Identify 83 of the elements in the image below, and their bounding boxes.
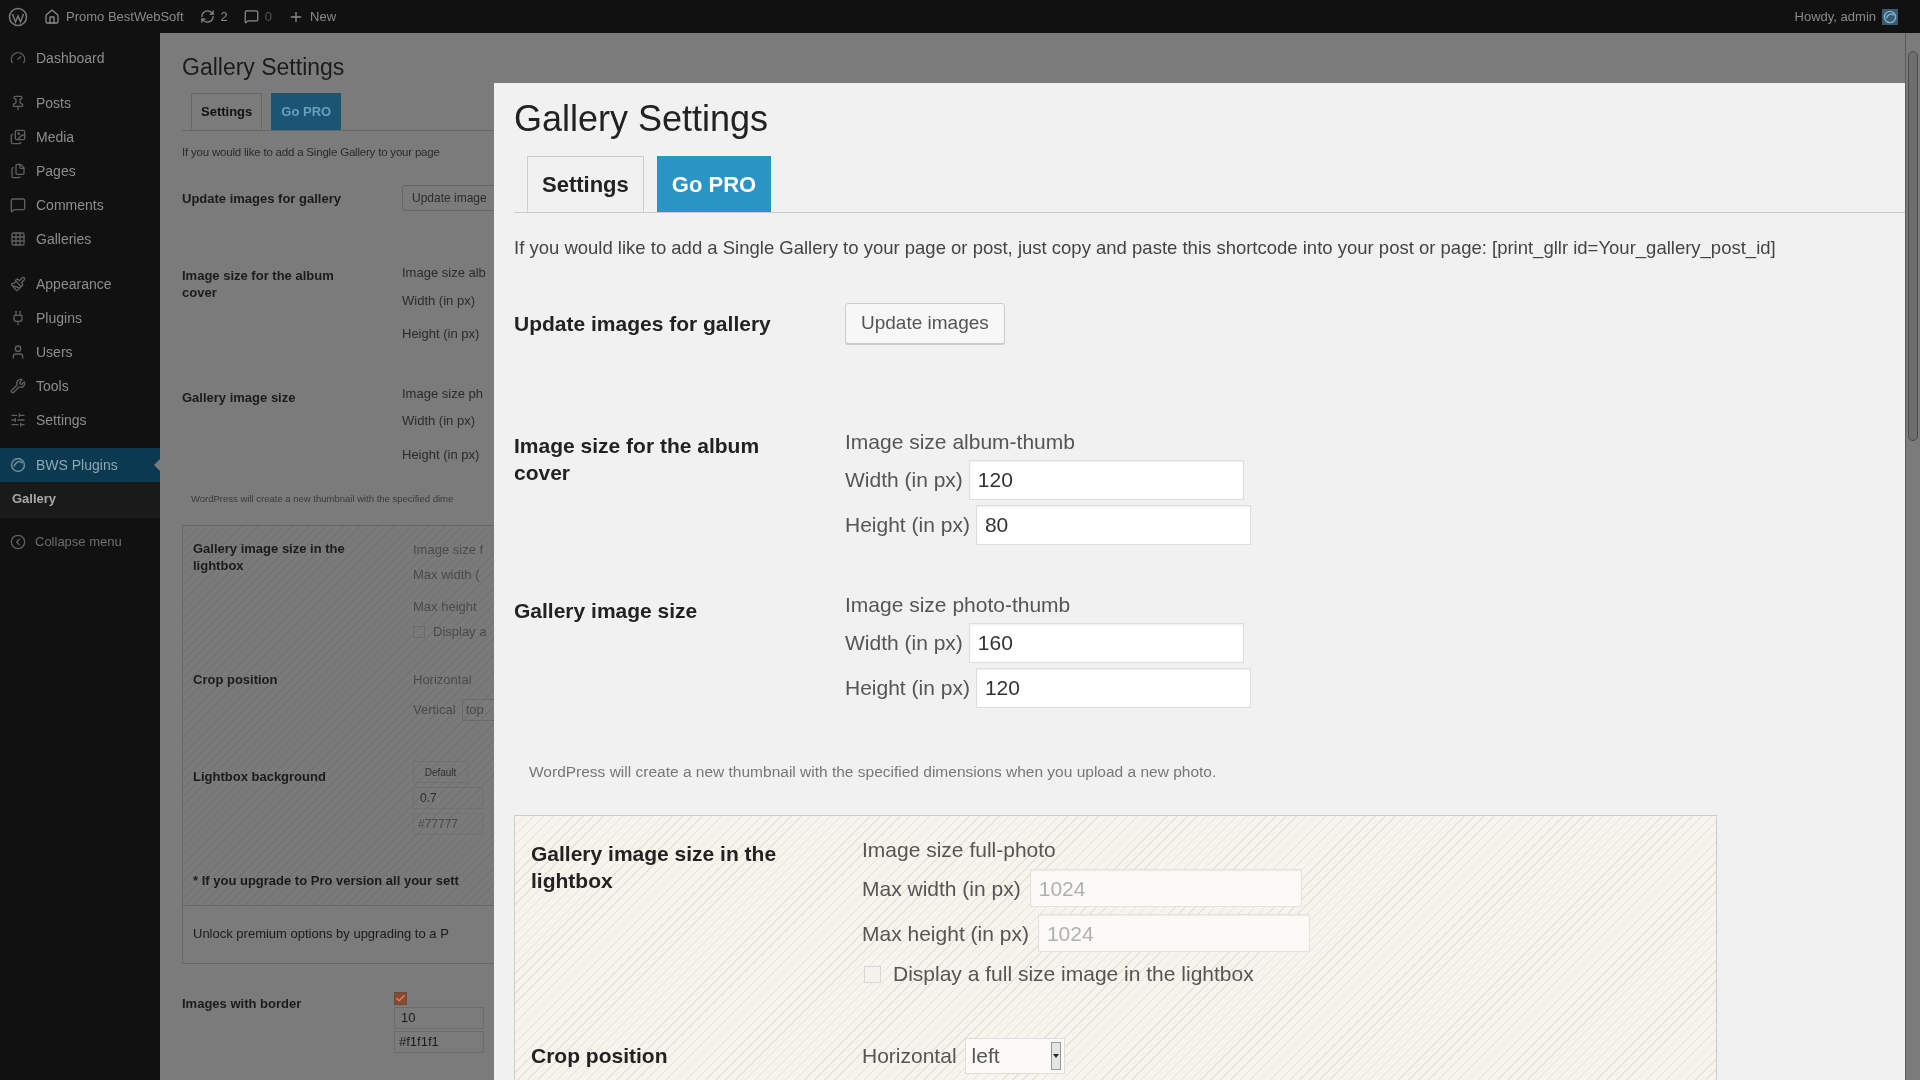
tab[interactable]: Go PRO (656, 156, 772, 212)
size-heading: Image size album-thumb (845, 430, 1076, 454)
wrench-icon (10, 378, 26, 394)
shortcode-description: If you would like to add a Single Gallery to your page (182, 145, 441, 160)
new-link[interactable]: New (310, 6, 337, 27)
comment-icon (10, 197, 26, 213)
updates-count[interactable]: 2 (220, 6, 228, 27)
home-icon[interactable] (44, 8, 60, 25)
field-label: Max width (in px) (862, 875, 1021, 902)
field-label: Max height (in px) (862, 920, 1029, 947)
menu-item[interactable]: Galleries (0, 222, 160, 256)
menu-item[interactable]: Media (0, 120, 160, 154)
scrollbar-thumb[interactable] (1908, 51, 1918, 441)
collapse-icon (10, 533, 26, 550)
menu-item[interactable]: Posts (0, 86, 160, 120)
comment-icon[interactable] (243, 9, 259, 24)
field-label: Horizontal (862, 1043, 957, 1069)
field-label: Width (in px) (402, 291, 476, 310)
number-field[interactable]: 160 (968, 623, 1244, 663)
field-label: Width (in px) (845, 467, 963, 494)
row-label: Gallery image size (182, 388, 297, 407)
menu-item[interactable]: Plugins (0, 301, 160, 335)
row-label: Gallery image size in the lightbox (531, 841, 778, 895)
menu-item[interactable]: BWS Plugins (0, 448, 160, 482)
row-label: Gallery image size (514, 598, 699, 624)
menu-item[interactable]: Settings (0, 403, 160, 437)
page-title: Gallery Settings (182, 53, 346, 82)
brush-icon (10, 276, 26, 292)
menu-item[interactable]: Appearance (0, 267, 160, 301)
field-label: Height (in px) (402, 445, 481, 464)
menu-item[interactable]: Pages (0, 154, 160, 188)
field-label: Display a full size image in the lightbox (893, 961, 1254, 988)
field-label: Width (in px) (402, 412, 476, 431)
row-label: Lightbox background (193, 768, 327, 786)
collapse-menu-button[interactable]: Collapse menu (0, 532, 160, 552)
row-label: Image size for the album cover (182, 267, 335, 303)
unlock-text: Unlock premium options by upgrading to a P (193, 925, 449, 944)
row-label: Image size for the album cover (514, 433, 761, 486)
dialog-title: Gallery Settings (514, 97, 770, 141)
size-heading: Image size full-photo (862, 838, 1057, 863)
check-icon (395, 992, 406, 1004)
row-label: Gallery image size in the lightbox (193, 539, 346, 575)
plug-icon (10, 310, 26, 326)
number-field[interactable]: 80 (975, 505, 1251, 545)
menu-item[interactable]: Users (0, 335, 160, 369)
grid-icon (10, 231, 26, 247)
user-icon (10, 344, 26, 360)
media-icon (10, 129, 26, 145)
size-heading: Image size photo-thumb (845, 593, 1072, 617)
scrollbar[interactable] (1905, 33, 1920, 1080)
greeting-link[interactable]: Howdy, admin (1794, 6, 1876, 27)
row-label: Crop position (193, 670, 279, 689)
update-images-button[interactable]: Update images (845, 303, 1005, 344)
logo-icon[interactable] (8, 6, 28, 27)
menu-item[interactable]: Tools (0, 369, 160, 403)
border-width-field[interactable]: 10 (394, 1006, 484, 1029)
tab[interactable]: Settings (527, 156, 644, 212)
thumbnail-note: WordPress will create a new thumbnail with the specified dimensions when you upload a new photo. (529, 762, 1218, 782)
updates-icon[interactable] (199, 9, 215, 24)
checkbox[interactable] (394, 991, 407, 1005)
menu-item[interactable]: Dashboard (0, 41, 160, 75)
border-color-field[interactable]: #f1f1f1 (394, 1030, 484, 1053)
field-label: Image size alb (402, 264, 486, 283)
sliders-icon (10, 412, 26, 428)
number-field[interactable]: 120 (975, 668, 1251, 708)
field-label: Width (in px) (845, 630, 963, 657)
row-label: Update images for gallery (182, 189, 342, 208)
row-label: Update images for gallery (514, 310, 772, 337)
row-label: Images with border (182, 994, 303, 1013)
field-label: Height (in px) (402, 325, 481, 344)
field-label: Image size ph (402, 384, 483, 403)
tab[interactable]: Settings (191, 93, 263, 130)
upgrade-note: * If you upgrade to Pro version all your sett (193, 872, 460, 890)
row-label: Crop position (531, 1043, 669, 1069)
pages-icon (10, 163, 26, 179)
shortcode-description: If you would like to add a Single Gallery to your page or post, just copy and paste this shortcode into your post or page: [print_gllr id=Your_gallery_post_id] (514, 236, 1777, 261)
number-field[interactable]: 120 (968, 460, 1244, 500)
dashboard-icon (10, 50, 26, 66)
menu-item[interactable]: Comments (0, 188, 160, 222)
field-label: Height (in px) (845, 512, 970, 539)
field-label: Height (in px) (845, 675, 970, 702)
site-name-link[interactable]: Promo BestWebSoft (66, 6, 184, 27)
pin-icon (10, 95, 26, 111)
